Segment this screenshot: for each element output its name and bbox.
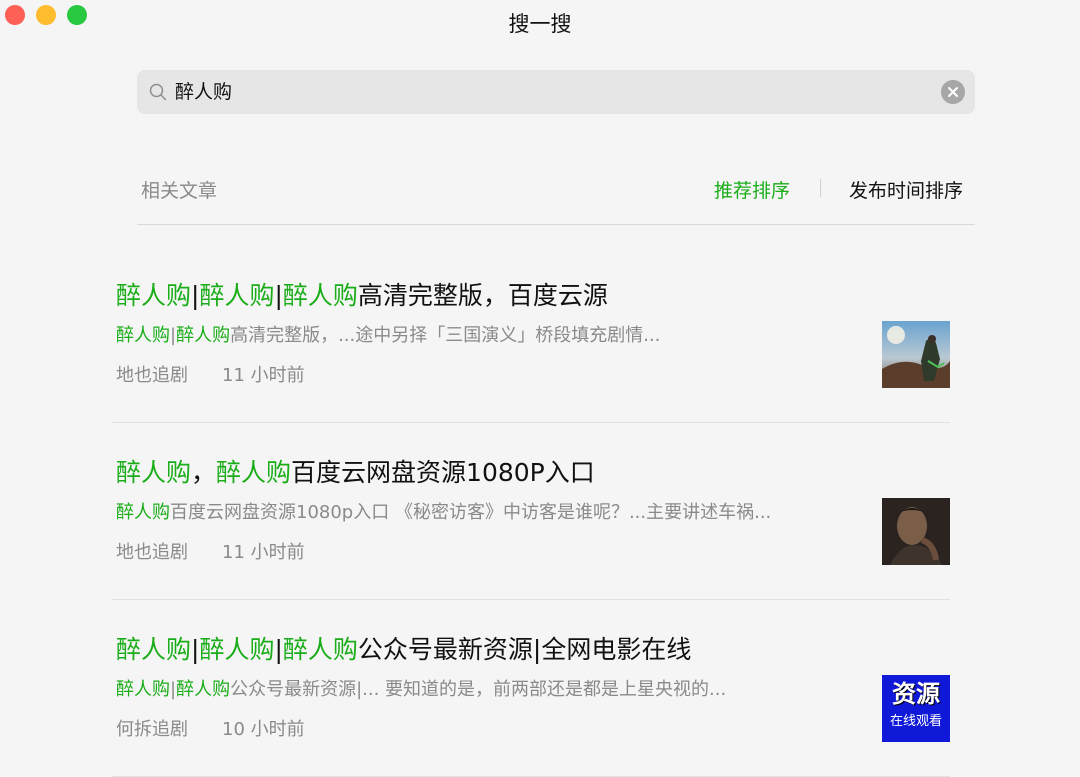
result-thumbnail[interactable]: 资源 在线观看 bbox=[882, 675, 950, 742]
result-item[interactable]: 醉人购，醉人购百度云网盘资源1080P入口 醉人购百度云网盘资源1080p入口 … bbox=[112, 423, 950, 600]
clear-search-icon[interactable] bbox=[941, 80, 965, 104]
text-segment: 高清完整版，...途中另择「三国演义」桥段填充剧情... bbox=[230, 325, 661, 346]
result-meta: 地也追剧 11 小时前 bbox=[116, 538, 305, 564]
highlighted-keyword: 醉人购 bbox=[116, 502, 170, 523]
highlighted-keyword: 醉人购 bbox=[116, 635, 192, 664]
search-input[interactable] bbox=[175, 70, 935, 114]
result-item[interactable]: 醉人购|醉人购|醉人购高清完整版，百度云源 醉人购|醉人购高清完整版，...途中… bbox=[112, 246, 950, 423]
text-segment: 公众号最新资源|... 要知道的是，前两部还是都是上星央视的... bbox=[230, 679, 727, 700]
highlighted-keyword: 醉人购 bbox=[116, 458, 192, 487]
text-segment: | bbox=[274, 635, 283, 664]
text-segment: 公众号最新资源|全网电影在线 bbox=[357, 635, 692, 664]
result-source[interactable]: 地也追剧 bbox=[116, 542, 188, 563]
sort-recommended-tab[interactable]: 推荐排序 bbox=[714, 176, 790, 203]
highlighted-keyword: 醉人购 bbox=[116, 325, 170, 346]
highlighted-keyword: 醉人购 bbox=[282, 281, 358, 310]
highlighted-keyword: 醉人购 bbox=[282, 635, 358, 664]
highlighted-keyword: 醉人购 bbox=[199, 635, 275, 664]
highlighted-keyword: 醉人购 bbox=[116, 281, 192, 310]
result-time: 11 小时前 bbox=[222, 542, 305, 563]
result-source[interactable]: 地也追剧 bbox=[116, 365, 188, 386]
text-segment: 百度云网盘资源1080p入口 《秘密访客》中访客是谁呢？...主要讲述车祸... bbox=[170, 502, 772, 523]
result-source[interactable]: 何拆追剧 bbox=[116, 719, 188, 740]
result-title[interactable]: 醉人购|醉人购|醉人购高清完整版，百度云源 bbox=[116, 276, 608, 312]
result-title[interactable]: 醉人购|醉人购|醉人购公众号最新资源|全网电影在线 bbox=[116, 630, 691, 666]
result-snippet: 醉人购|醉人购高清完整版，...途中另择「三国演义」桥段填充剧情... bbox=[116, 321, 861, 347]
result-thumbnail[interactable] bbox=[882, 321, 950, 388]
search-icon bbox=[149, 83, 167, 101]
result-snippet: 醉人购|醉人购公众号最新资源|... 要知道的是，前两部还是都是上星央视的... bbox=[116, 675, 861, 701]
highlighted-keyword: 醉人购 bbox=[199, 281, 275, 310]
highlighted-keyword: 醉人购 bbox=[176, 679, 231, 700]
text-segment: 高清完整版，百度云源 bbox=[357, 281, 608, 310]
result-thumbnail[interactable] bbox=[882, 498, 950, 565]
filter-label: 相关文章 bbox=[141, 180, 218, 202]
result-title[interactable]: 醉人购，醉人购百度云网盘资源1080P入口 bbox=[116, 453, 595, 489]
sort-by-time-tab[interactable]: 发布时间排序 bbox=[849, 176, 963, 203]
result-time: 10 小时前 bbox=[222, 719, 305, 740]
highlighted-keyword: 醉人购 bbox=[176, 325, 231, 346]
result-time: 11 小时前 bbox=[222, 365, 305, 386]
highlighted-keyword: 醉人购 bbox=[116, 679, 170, 700]
search-window: 搜一搜 相关文章 推荐排序 发布时间排序 醉人购|醉人购|醉人购高清完整版，百度… bbox=[0, 0, 1080, 777]
result-meta: 何拆追剧 10 小时前 bbox=[116, 715, 305, 741]
result-filter-bar: 相关文章 推荐排序 发布时间排序 bbox=[137, 164, 975, 225]
text-segment: ， bbox=[191, 458, 217, 487]
thumbnail-badge-subtext: 在线观看 bbox=[889, 714, 942, 729]
text-segment: | bbox=[274, 281, 283, 310]
text-segment: 百度云网盘资源1080P入口 bbox=[291, 458, 595, 487]
search-results-list: 醉人购|醉人购|醉人购高清完整版，百度云源 醉人购|醉人购高清完整版，...途中… bbox=[112, 246, 950, 777]
result-item[interactable]: 醉人购|醉人购|醉人购公众号最新资源|全网电影在线 醉人购|醉人购公众号最新资源… bbox=[112, 600, 950, 777]
thumbnail-badge-text: 资源 bbox=[892, 680, 940, 708]
result-meta: 地也追剧 11 小时前 bbox=[116, 361, 305, 387]
window-title: 搜一搜 bbox=[508, 12, 572, 36]
highlighted-keyword: 醉人购 bbox=[216, 458, 292, 487]
search-bar bbox=[137, 70, 975, 114]
sort-divider bbox=[820, 179, 821, 197]
result-snippet: 醉人购百度云网盘资源1080p入口 《秘密访客》中访客是谁呢？...主要讲述车祸… bbox=[116, 498, 861, 524]
